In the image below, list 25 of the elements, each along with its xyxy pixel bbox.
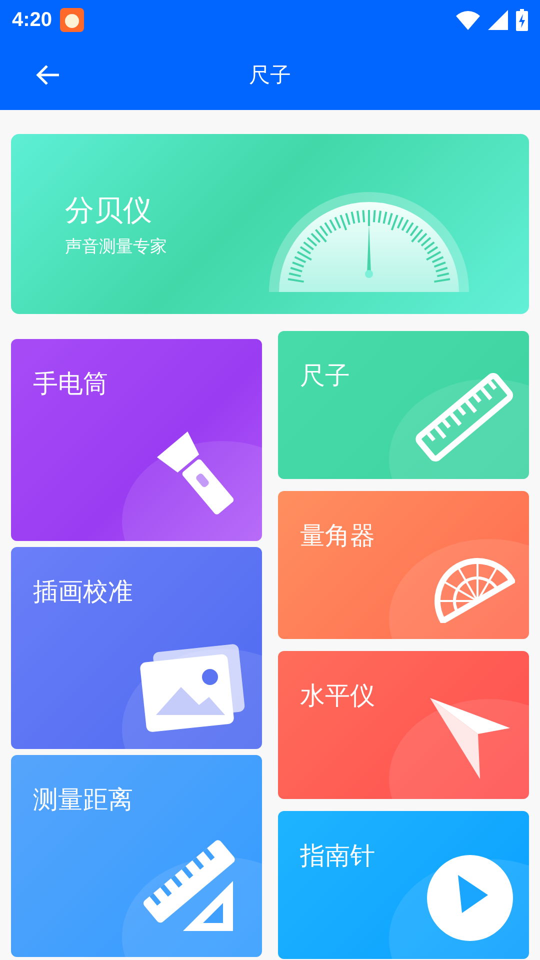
- banner-title: 分贝仪: [65, 192, 153, 228]
- card-title: 水平仪: [300, 680, 375, 712]
- tool-card[interactable]: 尺子: [278, 331, 529, 479]
- tool-card[interactable]: 测量距离: [11, 755, 262, 957]
- card-title: 插画校准: [33, 576, 133, 608]
- tool-card[interactable]: 插画校准: [11, 547, 262, 749]
- card-title: 量角器: [300, 520, 375, 552]
- tool-card[interactable]: 手电筒: [11, 339, 262, 541]
- wifi-icon: [456, 10, 480, 30]
- tool-card[interactable]: 量角器: [278, 491, 529, 639]
- decibel-banner[interactable]: 分贝仪 声音测量专家: [11, 134, 529, 314]
- signal-icon: [488, 10, 508, 30]
- card-title: 测量距离: [33, 784, 133, 816]
- app-bar-title: 尺子: [249, 62, 291, 89]
- card-title: 手电筒: [33, 368, 108, 400]
- tool-card[interactable]: 指南针: [278, 811, 529, 959]
- card-title: 指南针: [300, 840, 375, 872]
- tool-card[interactable]: 水平仪: [278, 651, 529, 799]
- banner-subtitle: 声音测量专家: [65, 236, 167, 258]
- card-title: 尺子: [300, 360, 350, 392]
- status-time: 4:20: [12, 8, 52, 32]
- app-notification-icon: [60, 8, 84, 32]
- ruler-icon: [415, 373, 515, 463]
- back-arrow-icon: [35, 63, 61, 87]
- battery-icon: [516, 9, 528, 31]
